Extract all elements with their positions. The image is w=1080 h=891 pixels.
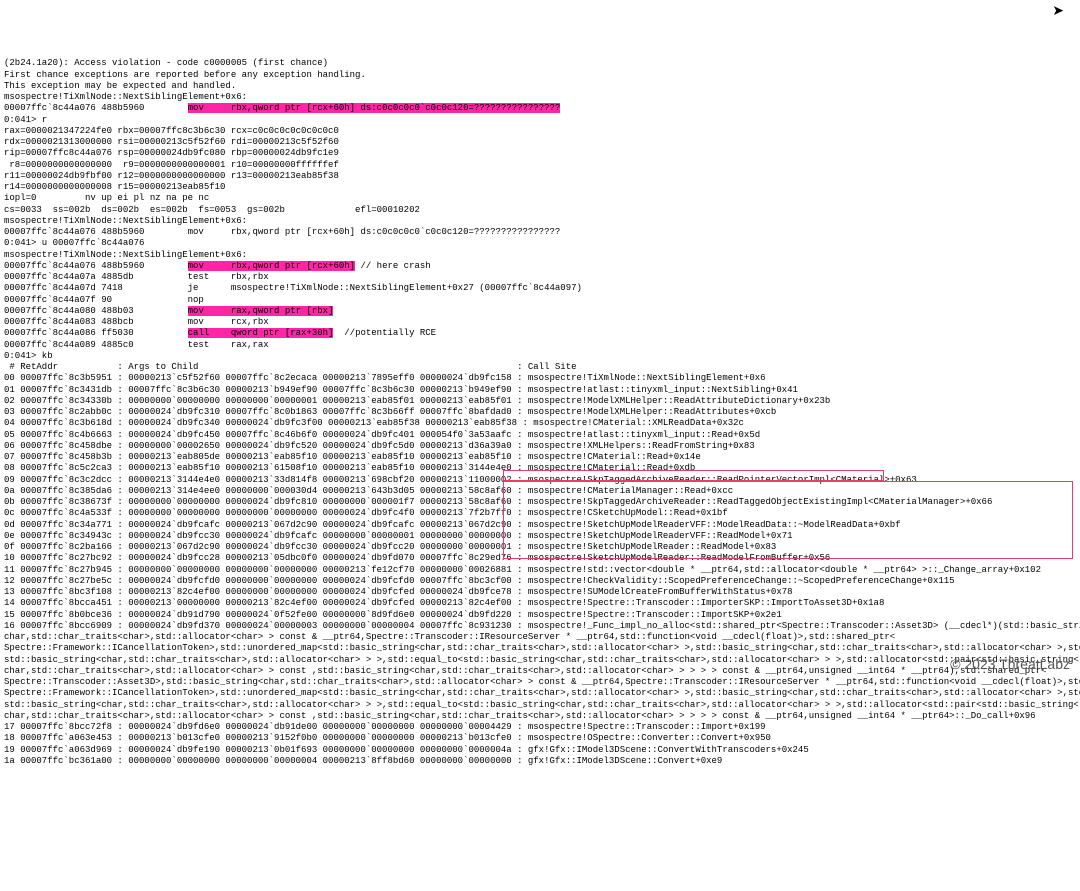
disasm-line: 00007ffc`8c44a083 488bcb mov rcx,rbx bbox=[4, 317, 269, 327]
tail-line: char,std::char_traits<char>,std::allocat… bbox=[4, 632, 895, 642]
disasm-line: 00007ffc`8c44a07a 4885db test rbx,rbx bbox=[4, 272, 269, 282]
tail-line: 19 00007ffc`a063d969 : 00000024`db9fe190… bbox=[4, 745, 809, 755]
stack-line: 0a 00007ffc`8c385da6 : 00000213`314e4ee0… bbox=[4, 486, 733, 496]
tail-line: char,std::char_traits<char>,std::allocat… bbox=[4, 666, 1046, 676]
register-line: rip=00007ffc8c44a076 rsp=00000024db9fc08… bbox=[4, 148, 339, 158]
stack-line: 14 00007ffc`8bcca451 : 00000213`00000000… bbox=[4, 598, 528, 608]
highlighted-instruction: mov rbx,qword ptr [rcx+60h] ds:c0c0c0c0`… bbox=[188, 103, 561, 113]
register-line: r11=00000024db9fbf00 r12=000000000000000… bbox=[4, 171, 339, 181]
debugger-output: (2b24.1a20): Access violation - code c00… bbox=[4, 47, 1076, 767]
stack-line: 01 00007ffc`8c3431db : 00007ffc`8c3b6c30… bbox=[4, 385, 798, 395]
tail-line: 17 00007ffc`8bcc72f8 : 00000024`db9fd6e0… bbox=[4, 722, 766, 732]
register-line: rax=0000021347224fe0 rbx=00007ffc8c3b6c3… bbox=[4, 126, 339, 136]
stack-line: 09 00007ffc`8c3c2dcc : 00000213`3144e4e0… bbox=[4, 475, 917, 485]
boxed-symbol: msospectre!Spectre::Transcoder::Importer… bbox=[528, 598, 884, 608]
tail-line: Spectre::Framework::ICancellationToken>,… bbox=[4, 643, 1080, 653]
tail-line: Spectre::Transcoder::Asset3D>,std::basic… bbox=[4, 677, 1080, 687]
tail-line: std::basic_string<char,std::char_traits<… bbox=[4, 655, 1079, 665]
addr: 00007ffc`8c44a076 488b5960 bbox=[4, 261, 188, 271]
boxed-symbol: msospectre!SketchUpModelReaderVFF::Model… bbox=[528, 520, 901, 530]
stack-line: 06 00007ffc`8c458dbe : 00000000`00002650… bbox=[4, 441, 755, 451]
prompt: 0:041> r bbox=[4, 115, 47, 125]
stack-line: 0b 00007ffc`8c38673f : 00000000`00000000… bbox=[4, 497, 992, 507]
register-line: r8=0000000000000000 r9=0000000000000001 … bbox=[4, 160, 339, 170]
tail-line: 16 00007ffc`8bcc6909 : 00000024`db9fd370… bbox=[4, 621, 1080, 631]
register-line: iopl=0 nv up ei pl nz na pe nc bbox=[4, 193, 209, 203]
addr: 00007ffc`8c44a086 ff5030 bbox=[4, 328, 188, 338]
addr: 00007ffc`8c44a080 488b03 bbox=[4, 306, 188, 316]
stack-line: 15 00007ffc`8b0bce36 : 00000024`db91d790… bbox=[4, 610, 782, 620]
cursor-icon: ➤ bbox=[1052, 4, 1064, 22]
exception-line: (2b24.1a20): Access violation - code c00… bbox=[4, 58, 328, 68]
stack-line: 07 00007ffc`8c458b3b : 00000213`eab805de… bbox=[4, 452, 701, 462]
register-line: r14=0000000000000008 r15=00000213eab85f1… bbox=[4, 182, 225, 192]
stack-line: 08 00007ffc`8c5c2ca3 : 00000213`eab85f10… bbox=[4, 463, 695, 473]
symbol-line: msospectre!TiXmlNode::NextSiblingElement… bbox=[4, 92, 247, 102]
highlighted-instruction: mov rbx,qword ptr [rcx+60h] bbox=[188, 261, 355, 271]
stack-line: 05 00007ffc`8c4b6663 : 00000024`db9fc450… bbox=[4, 430, 760, 440]
disasm-line: 00007ffc`8c44a07d 7418 je msospectre!TiX… bbox=[4, 283, 582, 293]
stack-line: 04 00007ffc`8c3b618d : 00000024`db9fc340… bbox=[4, 418, 744, 428]
stack-line: 00 00007ffc`8c3b5951 : 00000213`c5f52f60… bbox=[4, 373, 766, 383]
tail-line: std::basic_string<char,std::char_traits<… bbox=[4, 700, 1079, 710]
tail-line: 1a 00007ffc`bc361a00 : 00000000`00000000… bbox=[4, 756, 722, 766]
addr: 00007ffc`8c44a076 488b5960 bbox=[4, 103, 188, 113]
stack-line: 03 00007ffc`8c2abb0c : 00000024`db9fc310… bbox=[4, 407, 776, 417]
stack-line: 12 00007ffc`8c27be5c : 00000024`db9fcfd0… bbox=[4, 576, 955, 586]
comment: //potentially RCE bbox=[333, 328, 436, 338]
stack-line: 10 00007ffc`8c27bc92 : 00000024`db9fcc28… bbox=[4, 553, 830, 563]
tail-line: char,std::char_traits<char>,std::allocat… bbox=[4, 711, 1036, 721]
prompt: 0:041> u 00007ffc`8c44a076 bbox=[4, 238, 144, 248]
stack-line: 11 00007ffc`8c27b945 : 00000000`00000000… bbox=[4, 565, 1041, 575]
copyright-text: © 2023 ThreatLabz bbox=[950, 656, 1070, 674]
highlighted-instruction: mov rax,qword ptr [rbx] bbox=[188, 306, 334, 316]
tail-line: 18 00007ffc`a063e453 : 00000213`b013cfe0… bbox=[4, 733, 771, 743]
info-line: First chance exceptions are reported bef… bbox=[4, 70, 366, 80]
tail-line: Spectre::Framework::ICancellationToken>,… bbox=[4, 688, 1080, 698]
stack-line: 0f 00007ffc`8c2ba166 : 00000213`067d2c90… bbox=[4, 542, 776, 552]
symbol-line: msospectre!TiXmlNode::NextSiblingElement… bbox=[4, 216, 247, 226]
register-line: rdx=0000021313000000 rsi=00000213c5f52f6… bbox=[4, 137, 339, 147]
stack-line: 0c 00007ffc`8c4a533f : 00000000`00000000… bbox=[4, 508, 728, 518]
prompt: 0:041> kb bbox=[4, 351, 53, 361]
info-line: This exception may be expected and handl… bbox=[4, 81, 236, 91]
register-line: cs=0033 ss=002b ds=002b es=002b fs=0053 … bbox=[4, 205, 420, 215]
stack-line: 02 00007ffc`8c34330b : 00000000`00000000… bbox=[4, 396, 830, 406]
disasm-line: 00007ffc`8c44a089 4885c0 test rax,rax bbox=[4, 340, 269, 350]
disasm-line: 00007ffc`8c44a076 488b5960 mov rbx,qword… bbox=[4, 227, 560, 237]
comment: // here crash bbox=[355, 261, 431, 271]
highlighted-instruction: call qword ptr [rax+30h] bbox=[188, 328, 334, 338]
stack-header: # RetAddr : Args to Child : Call Site bbox=[4, 362, 577, 372]
stack-line: 0e 00007ffc`8c34943c : 00000024`db9fcc30… bbox=[4, 531, 793, 541]
symbol-line: msospectre!TiXmlNode::NextSiblingElement… bbox=[4, 250, 247, 260]
disasm-line: 00007ffc`8c44a07f 90 nop bbox=[4, 295, 204, 305]
stack-line: 0d 00007ffc`8c34a771 : 00000024`db9fcafc… bbox=[4, 520, 528, 530]
stack-line: 13 00007ffc`8bc3f108 : 00000213`82c4ef00… bbox=[4, 587, 793, 597]
